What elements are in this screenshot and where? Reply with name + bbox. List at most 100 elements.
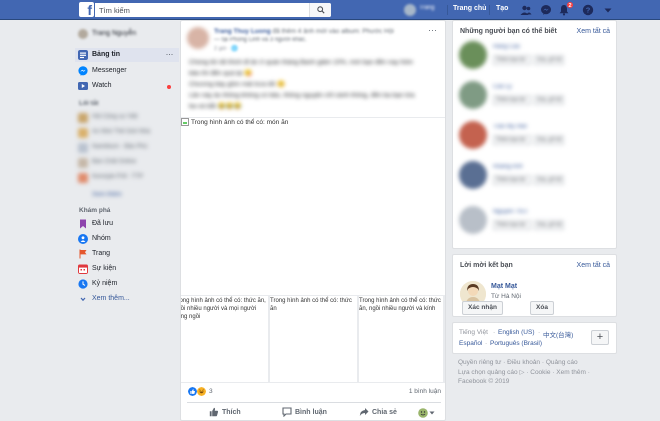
avatar[interactable]: [459, 121, 487, 149]
friend-request-name[interactable]: Mạt Mạt: [491, 283, 517, 290]
home-link[interactable]: Trang chủ: [453, 5, 486, 12]
footer-link[interactable]: Quảng cáo: [546, 359, 578, 366]
sidebar-item-events[interactable]: Sự kiện: [75, 262, 179, 276]
more-options-icon[interactable]: ···: [166, 49, 174, 59]
remove-suggestion-button[interactable]: Xóa, gỡ bỏ: [534, 55, 564, 65]
friend-requests-see-all-link[interactable]: Xem tất cả: [577, 262, 610, 269]
post-thumbnail[interactable]: Trong hình ảnh có thể có: thức ăn, ngồi …: [358, 295, 444, 383]
search-button[interactable]: [309, 3, 331, 17]
language-link[interactable]: Português (Brasil): [490, 340, 542, 347]
explore-see-more-link[interactable]: Xem thêm...: [75, 292, 179, 306]
share-button[interactable]: Chia sẻ: [359, 407, 397, 417]
shortcuts-see-more-link[interactable]: Xem thêm: [92, 191, 122, 198]
sidebar-item-messenger[interactable]: Messenger: [75, 64, 179, 78]
sidebar-item-label: Hội Cộng sự Việt: [92, 114, 138, 120]
comment-icon: [282, 407, 292, 417]
sidebar-item-memories[interactable]: Kỷ niệm: [75, 277, 179, 291]
sidebar-item-label: Trang: [92, 250, 111, 257]
add-friend-button[interactable]: Thêm bạn bè: [493, 175, 531, 185]
delete-request-button[interactable]: Xóa: [530, 301, 554, 315]
shortcut-thumbnail-icon: [78, 158, 88, 168]
footer-link[interactable]: Quyền riêng tư: [458, 359, 501, 366]
comment-button[interactable]: Bình luận: [282, 407, 327, 417]
image-alt-label: Trong hình ảnh có thể có: thức ăn: [270, 298, 352, 312]
pymk-name[interactable]: Trần My Hiền: [493, 124, 527, 131]
avatar[interactable]: [459, 81, 487, 109]
post-author-link[interactable]: Trang Thuy Luong: [214, 28, 271, 35]
sidebar-shortcut[interactable]: Ăn Nhớ Thế Giới Nhà: [75, 126, 179, 140]
footer-link[interactable]: Cookie: [530, 369, 550, 376]
post-main-image[interactable]: Trong hình ảnh có thể có: món ăn: [181, 117, 445, 293]
search-box[interactable]: [95, 3, 331, 17]
haha-reaction-icon[interactable]: [197, 387, 206, 396]
flag-icon: [79, 249, 87, 259]
sidebar-profile-link[interactable]: Trang Nguyễn: [75, 27, 179, 41]
add-language-button[interactable]: +: [591, 330, 609, 345]
add-friend-button[interactable]: Thêm bạn bè: [493, 220, 531, 230]
friend-requests-icon[interactable]: [520, 4, 532, 16]
remove-suggestion-button[interactable]: Xóa, gỡ bỏ: [534, 95, 564, 105]
language-link[interactable]: Español: [459, 340, 483, 347]
sidebar-item-groups[interactable]: Nhóm: [75, 232, 179, 246]
facebook-logo-icon[interactable]: f: [79, 2, 94, 17]
avatar[interactable]: [459, 161, 487, 189]
language-link[interactable]: 中文(台灣): [543, 329, 573, 339]
avatar[interactable]: [459, 206, 487, 234]
avatar[interactable]: [187, 27, 209, 49]
sidebar-shortcut[interactable]: Namibium - Bảo Phú: [75, 141, 179, 155]
messenger-icon[interactable]: [540, 4, 552, 16]
sidebar-shortcut[interactable]: Hội Cộng sự Việt: [75, 111, 179, 125]
remove-suggestion-button[interactable]: Xóa, gỡ bỏ: [534, 175, 564, 185]
language-link[interactable]: English (US): [498, 329, 534, 336]
confirm-request-button[interactable]: Xác nhận: [462, 301, 503, 315]
footer-link[interactable]: Lựa chọn quảng cáo ▷: [458, 369, 524, 376]
explore-heading: Khám phá: [79, 207, 111, 214]
account-menu-dropdown-icon[interactable]: [602, 4, 614, 16]
avatar[interactable]: [459, 41, 487, 69]
pymk-see-all-link[interactable]: Xem tất cả: [577, 28, 610, 35]
calendar-icon: [78, 264, 88, 274]
sidebar-shortcut[interactable]: Kenstyle P.M - TTP: [75, 171, 179, 185]
divider: [489, 5, 490, 15]
sidebar-item-label: Kenstyle P.M - TTP: [92, 174, 144, 180]
chevron-down-icon: [80, 297, 86, 302]
topbar-profile-name: Trang: [419, 5, 435, 11]
post-timestamp[interactable]: 2 giờ · 🌐: [214, 46, 274, 52]
help-icon[interactable]: ?: [582, 4, 594, 16]
sidebar-item-news-feed[interactable]: Bảng tin ···: [75, 48, 179, 62]
comments-count-link[interactable]: 1 bình luận: [409, 388, 441, 395]
post-text-line: Chương bày gồm mát trưa tết 😊: [189, 81, 286, 88]
sidebar-item-watch[interactable]: Watch: [75, 79, 179, 93]
friend-requests-card: Lời mời kết bạn Xem tất cả Mạt Mạt Từ Hà…: [452, 254, 617, 317]
footer-link[interactable]: Điều khoản: [507, 359, 540, 366]
sidebar-shortcut[interactable]: Bán Chất Online: [75, 156, 179, 170]
sidebar-item-pages[interactable]: Trang: [75, 247, 179, 261]
image-alt-text: Trong hình ảnh có thể có: món ăn: [181, 118, 288, 126]
avatar: [404, 4, 416, 16]
reactions-count[interactable]: 3: [209, 388, 213, 395]
footer-link[interactable]: Xem thêm: [556, 369, 586, 376]
bookmark-icon: [80, 219, 86, 229]
remove-suggestion-button[interactable]: Xóa, gỡ bỏ: [534, 220, 564, 230]
people-you-may-know-card: Những người bạn có thể biết Xem tất cả H…: [452, 20, 617, 249]
sidebar-item-saved[interactable]: Đã lưu: [75, 217, 179, 231]
reaction-audience-selector[interactable]: [418, 408, 435, 418]
search-input[interactable]: [95, 3, 305, 17]
post-thumbnail[interactable]: Trong hình ảnh có thể có: thức ăn: [269, 295, 358, 383]
post-options-icon[interactable]: ···: [428, 25, 437, 35]
remove-suggestion-button[interactable]: Xóa, gỡ bỏ: [534, 135, 564, 145]
add-friend-button[interactable]: Thêm bạn bè: [493, 95, 531, 105]
like-reaction-icon[interactable]: [188, 387, 197, 396]
pymk-name[interactable]: Hoàng Anh: [493, 164, 527, 171]
pymk-name[interactable]: Nguyễn Thị Đào: [493, 209, 527, 216]
shortcuts-heading: Lối tắt: [79, 100, 99, 107]
pymk-name[interactable]: Hằng Cao: [493, 44, 527, 51]
add-friend-button[interactable]: Thêm bạn bè: [493, 135, 531, 145]
pymk-name[interactable]: Cao Ly: [493, 84, 527, 91]
add-friend-button[interactable]: Thêm bạn bè: [493, 55, 531, 65]
create-link[interactable]: Tạo: [496, 5, 508, 12]
post-thumbnail[interactable]: [444, 295, 445, 383]
post-thumbnail[interactable]: Trong hình ảnh có thể có: thức ăn, ngồi …: [181, 295, 269, 383]
footer: Quyền riêng tư · Điều khoản · Quảng cáo …: [458, 358, 618, 387]
like-button[interactable]: Thích: [209, 407, 241, 417]
